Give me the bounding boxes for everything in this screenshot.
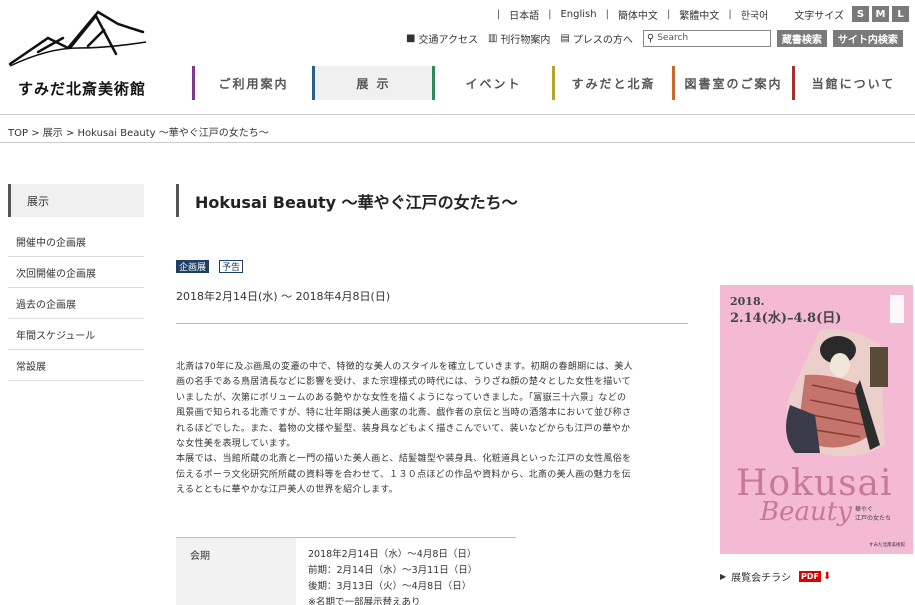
sidebar-list: 開催中の企画展 次回開催の企画展 過去の企画展 年間スケジュール 常設展 <box>8 226 144 381</box>
desc-line: いましたが、次第にボリュームのある艶やかな女性を描くようになっていきました。「冨… <box>176 392 627 403</box>
font-size-label: 文字サイズ <box>794 10 844 22</box>
poster-subtitle-line1: 華やぐ <box>855 506 874 513</box>
sidebar: 展示 開催中の企画展 次回開催の企画展 過去の企画展 年間スケジュール 常設展 <box>8 184 144 381</box>
access-link[interactable]: ■ 交通アクセス <box>406 31 478 46</box>
collection-search-button[interactable]: 蔵書検索 <box>776 29 827 47</box>
nav-exhibitions[interactable]: 展 示 <box>312 66 432 100</box>
lang-english[interactable]: English <box>560 9 596 20</box>
exhibition-date-range: 2018年2月14日(水) ～ 2018年4月8日(日) <box>176 290 391 303</box>
access-label: 交通アクセス <box>418 34 478 46</box>
search-icon: ⚲ <box>646 32 655 44</box>
flyer-label: 展覧会チラシ <box>731 573 791 584</box>
lang-simplified-chinese[interactable]: 簡体中文 <box>618 7 658 22</box>
museum-name: すみだ北斎美術館 <box>18 80 147 98</box>
desc-line: 本展では、当館所蔵の北斎と一門の描いた美人画と、結髪雛型や装身具、化粧道具といっ… <box>176 454 632 465</box>
sidebar-item-permanent[interactable]: 常設展 <box>8 350 144 381</box>
bus-icon: ■ <box>406 32 416 44</box>
museum-logo[interactable]: すみだ北斎美術館 <box>8 8 148 98</box>
language-switcher: | 日本語 | English | 簡体中文 | 繁體中文 | 한국어 文字サイ… <box>488 6 909 22</box>
book-icon: ▥ <box>487 32 498 44</box>
header-divider <box>0 114 915 115</box>
press-label: プレスの方へ <box>572 34 633 46</box>
desc-line: 風景画で知られる北斎ですが、特に壮年期は美人画家の北斎、戯作者の京伝と当時の酒落… <box>176 408 632 419</box>
pdf-icon: ⬇ <box>822 571 832 582</box>
exhibition-description: 北斎は70年に及ぶ画風の変遷の中で、特徴的な美人のスタイルを確立していきます。初… <box>176 360 688 499</box>
global-nav: ご利用案内 展 示 イベント すみだと北斎 図書室のご案内 当館について <box>192 66 912 100</box>
lang-japanese[interactable]: 日本語 <box>509 7 539 22</box>
breadcrumb[interactable]: TOP > 展示 > Hokusai Beauty ～華やぐ江戸の女たち～ <box>8 124 269 139</box>
sidebar-item-schedule[interactable]: 年間スケジュール <box>8 319 144 350</box>
page-title: Hokusai Beauty ～華やぐ江戸の女たち～ <box>195 192 518 212</box>
exhibition-poster[interactable]: 2018. 2.14(水)–4.8(日) Hokusai Beauty 華やぐ … <box>720 285 913 554</box>
desc-line: えるとともに華やかな江戸美人の世界を紹介します。 <box>176 485 399 496</box>
sidebar-heading[interactable]: 展示 <box>8 184 144 217</box>
search-input[interactable]: ⚲ Search <box>642 29 771 47</box>
info-row-period: 会期 2018年2月14日（水）～4月8日（日） 前期：2月14日（水）～3月1… <box>176 538 516 605</box>
search-placeholder: Search <box>657 33 689 43</box>
breadcrumb-divider <box>0 142 915 143</box>
period-line: 2018年2月14日（水）～4月8日（日） <box>308 549 477 560</box>
info-table: 会期 2018年2月14日（水）～4月8日（日） 前期：2月14日（水）～3月1… <box>176 537 516 605</box>
nav-events[interactable]: イベント <box>432 66 552 100</box>
date-divider <box>176 323 688 324</box>
publications-label: 刊行物案内 <box>500 34 551 46</box>
lang-korean[interactable]: 한국어 <box>741 7 769 22</box>
period-line: ※名期で一部展示替えあり <box>308 597 421 605</box>
tag-group: 企画展 予告 <box>176 260 244 273</box>
font-size-large-button[interactable]: L <box>892 6 909 22</box>
nav-library[interactable]: 図書室のご案内 <box>672 66 792 100</box>
sidebar-item-past[interactable]: 過去の企画展 <box>8 288 144 319</box>
desc-line: な女性美を表現しています。 <box>176 439 296 450</box>
mountain-wave-logo-icon <box>8 10 147 67</box>
publications-link[interactable]: ▥ 刊行物案内 <box>488 31 550 46</box>
tag-upcoming: 予告 <box>219 260 244 273</box>
period-line: 後期：3月13日（火）～4月8日（日） <box>308 581 472 592</box>
sidebar-item-next[interactable]: 次回開催の企画展 <box>8 257 144 288</box>
poster-museum-mark: すみだ北斎美術館 <box>869 543 905 548</box>
lang-traditional-chinese[interactable]: 繁體中文 <box>679 7 719 22</box>
page-title-block: Hokusai Beauty ～華やぐ江戸の女たち～ <box>176 184 518 217</box>
font-size-medium-button[interactable]: M <box>872 6 889 22</box>
info-values-period: 2018年2月14日（水）～4月8日（日） 前期：2月14日（水）～3月11日（… <box>296 538 477 605</box>
poster-subtitle: 華やぐ 江戸の女たち <box>855 505 891 523</box>
document-icon: ▤ <box>560 32 570 44</box>
period-line: 前期：2月14日（水）～3月11日（日） <box>308 565 478 576</box>
desc-line: 伝えるポーラ文化研究所所蔵の資料等を合わせて、１３０点ほどの作品や資料から、北斎… <box>176 469 631 480</box>
font-size-small-button[interactable]: S <box>852 6 869 22</box>
nav-sumida-hokusai[interactable]: すみだと北斎 <box>552 66 672 100</box>
poster-title-beauty: Beauty <box>760 497 852 527</box>
press-link[interactable]: ▤ プレスの方へ <box>560 31 632 46</box>
desc-line: れるほどでした。また、着物の文様や髪型、装身具などもよく描きこんでいて、装いなど… <box>176 423 631 434</box>
site-search-button[interactable]: サイト内検索 <box>832 29 903 47</box>
utility-bar: ■ 交通アクセス ▥ 刊行物案内 ▤ プレスの方へ ⚲ Search 蔵書検索 … <box>406 28 903 48</box>
nav-guide[interactable]: ご利用案内 <box>192 66 312 100</box>
sidebar-item-current[interactable]: 開催中の企画展 <box>8 226 144 257</box>
info-label-period: 会期 <box>176 538 296 605</box>
desc-line: 画の名手である鳥居清長などに影響を受け、また宗理様式の時代には、うりざね顔の楚々… <box>176 377 631 388</box>
nav-about[interactable]: 当館について <box>792 66 912 100</box>
caret-right-icon: ▶ <box>720 572 727 581</box>
pdf-badge: PDF <box>798 571 821 582</box>
poster-subtitle-line2: 江戸の女たち <box>855 515 892 522</box>
desc-line: 北斎は70年に及ぶ画風の変遷の中で、特徴的な美人のスタイルを確立していきます。初… <box>176 362 633 372</box>
tag-special-exhibition: 企画展 <box>176 260 210 273</box>
flyer-link[interactable]: ▶ 展覧会チラシ PDF ⬇ <box>720 569 831 584</box>
